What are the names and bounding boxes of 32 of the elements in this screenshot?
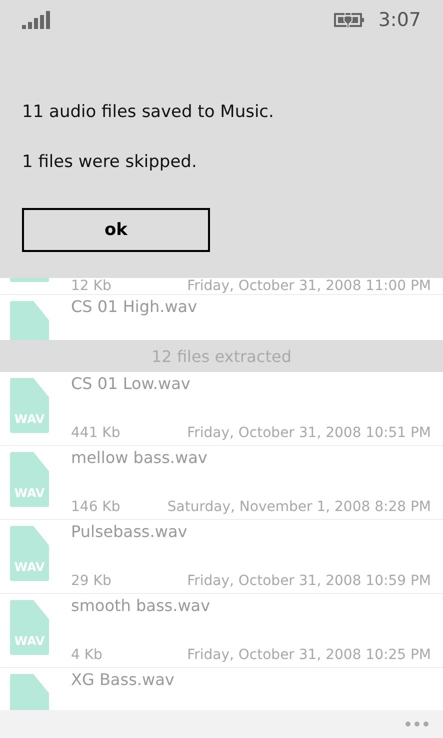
- file-date: Friday, October 31, 2008 10:51 PM: [187, 426, 431, 441]
- file-date: Saturday, November 1, 2008 8:28 PM: [167, 500, 431, 515]
- file-row[interactable]: WAV CS 01 Low.wav 441 Kb Friday, October 31, 2008 10:51 PM: [0, 372, 443, 445]
- file-date: Friday, October 31, 2008 11:00 PM: [187, 279, 431, 294]
- file-size: 146 Kb: [71, 500, 120, 515]
- file-icon: WAV: [10, 600, 49, 655]
- signal-icon: [22, 11, 50, 29]
- file-date: Friday, October 31, 2008 10:25 PM: [187, 648, 431, 663]
- file-size: 29 Kb: [71, 574, 112, 589]
- file-icon: WAV: [10, 378, 49, 433]
- file-name: Pulsebass.wav: [71, 522, 188, 541]
- file-row[interactable]: WAV mellow bass.wav 146 Kb Saturday, November 1, 2008 8:28 PM: [0, 446, 443, 519]
- file-icon: WAV: [10, 452, 49, 507]
- file-name: CS 01 Low.wav: [71, 374, 192, 393]
- dialog-message: 1 files were skipped.: [22, 151, 198, 174]
- dialog-message: 11 audio files saved to Music.: [22, 101, 275, 124]
- file-name: mellow bass.wav: [71, 448, 208, 467]
- file-size: 12 Kb: [71, 279, 112, 294]
- file-date: Friday, October 31, 2008 10:59 PM: [187, 574, 431, 589]
- ok-button[interactable]: ok: [22, 208, 210, 252]
- file-icon: [10, 301, 49, 340]
- file-size: 441 Kb: [71, 426, 120, 441]
- file-row[interactable]: WAV smooth bass.wav 4 Kb Friday, October 31, 2008 10:25 PM: [0, 594, 443, 667]
- file-row[interactable]: WAV Pulsebass.wav 29 Kb Friday, October 31, 2008 10:59 PM: [0, 520, 443, 593]
- file-name: smooth bass.wav: [71, 596, 212, 615]
- file-name: XG Bass.wav: [71, 670, 176, 689]
- file-name: CS 01 High.wav: [71, 297, 198, 316]
- more-icon[interactable]: [405, 721, 429, 727]
- file-size: 4 Kb: [71, 648, 102, 663]
- battery-charging-icon: [334, 12, 364, 28]
- file-icon: WAV: [10, 526, 49, 581]
- clock-time: 3:07: [378, 9, 421, 31]
